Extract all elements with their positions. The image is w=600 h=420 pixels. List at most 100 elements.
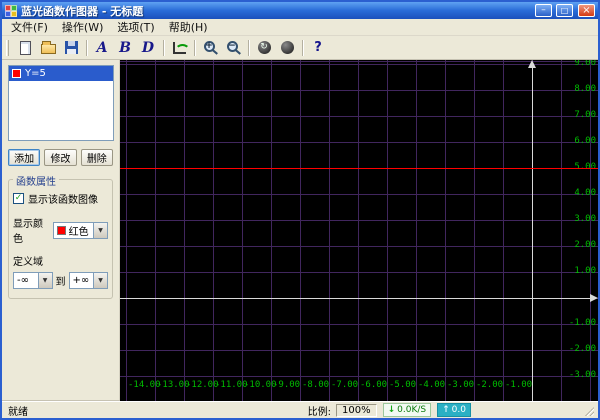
toolbar-save-button[interactable] xyxy=(60,38,82,58)
function-curve xyxy=(120,168,598,169)
toolbar-open-button[interactable] xyxy=(37,38,59,58)
x-tick-label: -12.00 xyxy=(186,380,219,390)
y-tick-label: -3.00 xyxy=(568,370,596,380)
new-icon xyxy=(19,40,31,55)
x-axis xyxy=(120,298,593,299)
function-properties-group: 函数属性 显示该函数图像 显示颜色 红色 定义域 -∞ xyxy=(8,173,113,299)
y-axis-arrow-icon xyxy=(528,60,536,68)
domain-from-value: -∞ xyxy=(17,275,29,286)
main-area: Y=5 添加 修改 删除 函数属性 显示该函数图像 显示颜色 红色 xyxy=(2,60,598,401)
close-button[interactable] xyxy=(578,4,595,17)
status-ready-text: 就绪 xyxy=(8,406,28,418)
maximize-button[interactable] xyxy=(556,4,573,17)
x-axis-arrow-icon xyxy=(590,294,598,302)
scale-value: 100% xyxy=(336,403,377,417)
y-tick-label: -1.00 xyxy=(568,318,596,328)
function-label: Y=5 xyxy=(25,68,46,79)
y-tick-label: 1.00 xyxy=(574,266,596,276)
function-color-swatch xyxy=(12,69,21,78)
toolbar-plot-axes-button[interactable] xyxy=(168,38,190,58)
app-window: 蓝光函数作图器 - 无标题 文件(F)操作(W)选项(T)帮助(H) ABD +−… xyxy=(0,0,600,420)
toolbar-separator xyxy=(248,39,249,56)
x-tick-label: -10.00 xyxy=(244,380,277,390)
chevron-down-icon[interactable] xyxy=(93,273,107,288)
zoom-out-icon: − xyxy=(226,41,238,52)
x-tick-label: -6.00 xyxy=(360,380,388,390)
y-tick-label: 8.00 xyxy=(574,84,596,94)
save-icon xyxy=(64,41,78,54)
y-tick-label: 4.00 xyxy=(574,188,596,198)
net-down-value: 0.0K/S xyxy=(397,405,427,415)
y-tick-label: 2.00 xyxy=(574,240,596,250)
menu-item-4[interactable]: 帮助(H) xyxy=(162,18,215,36)
font-d-icon: D xyxy=(141,39,155,56)
show-function-label: 显示该函数图像 xyxy=(28,195,98,206)
x-tick-label: -4.00 xyxy=(418,380,446,390)
toolbar-separator xyxy=(163,39,164,56)
x-tick-label: -2.00 xyxy=(476,380,504,390)
toolbar-grip xyxy=(6,39,9,56)
status-bar: 就绪 比例: 100% 0.0K/S 0.0 xyxy=(2,401,598,418)
x-tick-label: -3.00 xyxy=(447,380,475,390)
toolbar-font-d-button[interactable]: D xyxy=(137,38,159,58)
x-tick-label: -9.00 xyxy=(273,380,301,390)
color-swatch xyxy=(56,225,66,235)
window-title: 蓝光函数作图器 - 无标题 xyxy=(21,4,144,18)
toolbar: A B D + − ↻? xyxy=(2,36,598,60)
x-tick-label: -11.00 xyxy=(215,380,248,390)
toolbar-zoom-out-button[interactable]: − xyxy=(222,38,244,58)
plot-axes-icon xyxy=(172,41,190,54)
title-bar: 蓝光函数作图器 - 无标题 xyxy=(2,2,598,19)
toolbar-separator xyxy=(302,39,303,56)
function-list[interactable]: Y=5 xyxy=(8,65,114,141)
sidebar: Y=5 添加 修改 删除 函数属性 显示该函数图像 显示颜色 红色 xyxy=(2,60,120,401)
menu-item-3[interactable]: 选项(T) xyxy=(110,18,161,36)
add-button[interactable]: 添加 xyxy=(8,149,41,166)
toolbar-zoom-in-button[interactable]: + xyxy=(199,38,221,58)
x-tick-label: -7.00 xyxy=(331,380,359,390)
plot-area[interactable]: 9.00 8.00 7.00 6.00 5.00 4.00 3.00 2.00 1.00 -1.0… xyxy=(120,60,598,401)
chevron-down-icon[interactable] xyxy=(37,273,52,288)
y-tick-label: -2.00 xyxy=(568,344,596,354)
y-tick-label: 3.00 xyxy=(574,214,596,224)
menu-item-1[interactable]: 文件(F) xyxy=(4,18,55,36)
net-speed-up: 0.0 xyxy=(437,403,471,417)
download-arrow-icon xyxy=(388,405,396,415)
upload-arrow-icon xyxy=(442,405,450,415)
timer-icon xyxy=(280,41,294,54)
open-icon xyxy=(40,41,56,54)
zoom-in-icon: + xyxy=(203,41,215,52)
toolbar-new-button[interactable] xyxy=(14,38,36,58)
resize-grip[interactable] xyxy=(477,402,595,418)
help-icon: ? xyxy=(314,40,322,55)
y-tick-label: 5.00 xyxy=(574,162,596,172)
modify-button[interactable]: 修改 xyxy=(44,149,77,166)
font-b-icon: B xyxy=(119,39,131,56)
color-select[interactable]: 红色 xyxy=(52,221,108,239)
toolbar-font-a-button[interactable]: A xyxy=(91,38,113,58)
domain-to-label: 到 xyxy=(55,277,66,288)
function-list-item[interactable]: Y=5 xyxy=(9,66,113,81)
x-tick-label: -13.00 xyxy=(157,380,190,390)
y-tick-label: 9.00 xyxy=(574,60,596,68)
domain-to-value: +∞ xyxy=(72,275,90,286)
menu-bar: 文件(F) 操作(W) 选项(T) 帮助(H) xyxy=(2,19,598,36)
toolbar-font-b-button[interactable]: B xyxy=(114,38,136,58)
minimize-button[interactable] xyxy=(535,4,552,17)
x-tick-label: -8.00 xyxy=(302,380,330,390)
x-tick-label: -14.00 xyxy=(128,380,161,390)
delete-button[interactable]: 删除 xyxy=(80,149,113,166)
toolbar-help-button[interactable]: ? xyxy=(307,38,329,58)
menu-item-2[interactable]: 操作(W) xyxy=(55,18,110,36)
domain-from-select[interactable]: -∞ xyxy=(13,272,53,289)
list-buttons: 添加 修改 删除 xyxy=(8,149,113,166)
show-function-row[interactable]: 显示该函数图像 xyxy=(13,191,108,206)
checkbox-icon[interactable] xyxy=(13,193,24,204)
status-scale: 比例: 100% xyxy=(308,403,377,418)
toolbar-timer-button[interactable] xyxy=(276,38,298,58)
chevron-down-icon[interactable] xyxy=(93,222,107,238)
scale-label: 比例: xyxy=(307,406,332,418)
domain-to-select[interactable]: +∞ xyxy=(68,272,108,289)
x-tick-label: -1.00 xyxy=(505,380,533,390)
toolbar-refresh-button[interactable]: ↻ xyxy=(253,38,275,58)
